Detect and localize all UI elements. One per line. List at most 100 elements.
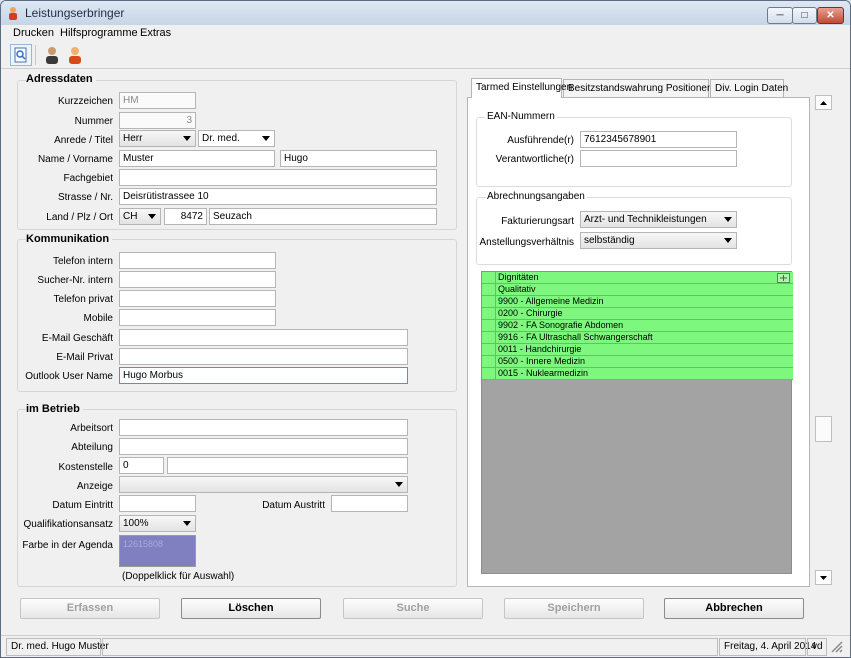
abteilung-label: Abteilung <box>71 442 113 453</box>
telefon-intern-label: Telefon intern <box>52 256 113 267</box>
name-label: Name / Vorname <box>37 154 113 165</box>
table-row[interactable]: 9916 - FA Ultraschall Schwangerschaft <box>482 332 793 344</box>
toolbar-separator <box>35 45 36 65</box>
kurzzeichen-field[interactable]: HM <box>119 92 196 109</box>
sucher-field[interactable] <box>119 271 276 288</box>
chevron-down-icon <box>724 238 732 243</box>
sucher-label: Sucher-Nr. intern <box>37 275 113 286</box>
strasse-label: Strasse / Nr. <box>57 192 113 203</box>
minimize-button[interactable]: ─ <box>767 7 793 24</box>
row-text: 0015 - Nuklearmedizin <box>498 368 589 378</box>
expand-icon[interactable] <box>777 273 790 283</box>
farbe-label: Farbe in der Agenda <box>22 540 113 551</box>
kommunikation-title: Kommunikation <box>26 233 113 245</box>
plz-field[interactable]: 8472 <box>164 208 207 225</box>
adressdaten-title: Adressdaten <box>26 73 96 85</box>
ean-title: EAN-Nummern <box>485 111 557 122</box>
agenda-color-swatch[interactable]: 12615808 <box>119 535 196 567</box>
titel-value: Dr. med. <box>202 133 240 144</box>
anrede-value: Herr <box>123 133 143 144</box>
user-dark-icon[interactable] <box>41 44 63 66</box>
strasse-field[interactable]: Deisrütistrassee 10 <box>119 188 437 205</box>
ausfuehrende-field[interactable]: 7612345678901 <box>580 131 737 148</box>
speichern-button[interactable]: Speichern <box>504 598 644 619</box>
land-dropdown[interactable]: CH <box>119 208 161 225</box>
tab-besitzstandswahrung[interactable]: Besitzstandswahrung Positionenliste <box>563 79 730 97</box>
table-row[interactable]: 0200 - Chirurgie <box>482 308 793 320</box>
maximize-button[interactable]: □ <box>792 7 817 24</box>
close-button[interactable]: ✕ <box>817 7 844 24</box>
chevron-down-icon <box>724 217 732 222</box>
kostenstelle-field[interactable]: 0 <box>119 457 164 474</box>
qualifikation-value: 100% <box>123 518 149 529</box>
status-bar: Dr. med. Hugo Muster Freitag, 4. April 2… <box>1 635 850 657</box>
austritt-field[interactable] <box>331 495 408 512</box>
loeschen-button[interactable]: Löschen <box>181 598 321 619</box>
menu-bar: Drucken Hilfsprogramme Extras <box>1 25 850 41</box>
table-row[interactable]: 0011 - Handchirurgie <box>482 344 793 356</box>
kostenstelle-name-field[interactable] <box>167 457 408 474</box>
vorname-field[interactable]: Hugo <box>280 150 437 167</box>
nummer-field[interactable]: 3 <box>119 112 196 129</box>
row-header <box>482 368 496 379</box>
search-document-icon[interactable] <box>10 44 32 66</box>
menu-hilfsprogramme[interactable]: Hilfsprogramme <box>60 27 138 39</box>
vertical-scrollbar[interactable] <box>815 95 832 585</box>
scroll-down-button[interactable] <box>815 570 832 585</box>
status-spacer <box>102 638 718 656</box>
row-header <box>482 356 496 367</box>
verantwortliche-field[interactable] <box>580 150 737 167</box>
row-header <box>482 284 496 295</box>
dignitaeten-grid: Dignitäten Qualitativ 9900 - Allgemeine … <box>481 271 793 574</box>
tab-div-login-daten[interactable]: Div. Login Daten <box>710 79 788 97</box>
email-privat-field[interactable] <box>119 348 408 365</box>
telefon-privat-field[interactable] <box>119 290 276 307</box>
email-geschaeft-field[interactable] <box>119 329 408 346</box>
abbrechen-button[interactable]: Abbrechen <box>664 598 804 619</box>
eintritt-field[interactable] <box>119 495 196 512</box>
tab-tarmed-einstellungen[interactable]: Tarmed Einstellungen <box>471 78 572 98</box>
table-row[interactable]: 9902 - FA Sonografie Abdomen <box>482 320 793 332</box>
menu-extras[interactable]: Extras <box>140 27 171 39</box>
abteilung-field[interactable] <box>119 438 408 455</box>
status-date: Freitag, 4. April 2014 <box>719 638 816 656</box>
status-code: vd <box>807 638 827 656</box>
anstellung-dropdown[interactable]: selbständig <box>580 232 737 249</box>
row-text: 9916 - FA Ultraschall Schwangerschaft <box>498 332 653 342</box>
arrow-up-icon <box>820 100 827 105</box>
table-row[interactable]: 9900 - Allgemeine Medizin <box>482 296 793 308</box>
telefon-privat-label: Telefon privat <box>53 294 113 305</box>
anzeige-dropdown[interactable] <box>119 476 408 493</box>
table-row[interactable]: 0500 - Innere Medizin <box>482 356 793 368</box>
ort-field[interactable]: Seuzach <box>209 208 437 225</box>
row-header <box>482 296 496 307</box>
qualifikation-dropdown[interactable]: 100% <box>119 515 196 532</box>
mobile-field[interactable] <box>119 309 276 326</box>
row-text: 9902 - FA Sonografie Abdomen <box>498 320 624 330</box>
chevron-down-icon <box>183 521 191 526</box>
fakturierung-dropdown[interactable]: Arzt- und Technikleistungen <box>580 211 737 228</box>
table-row[interactable]: 0015 - Nuklearmedizin <box>482 368 793 380</box>
window-title: Leistungserbringer <box>25 6 125 20</box>
resize-grip-icon[interactable] <box>830 640 844 654</box>
suche-button[interactable]: Suche <box>343 598 483 619</box>
erfassen-button[interactable]: Erfassen <box>20 598 160 619</box>
anrede-dropdown[interactable]: Herr <box>119 130 196 147</box>
outlook-field[interactable]: Hugo Morbus <box>119 367 408 384</box>
land-value: CH <box>123 211 138 222</box>
chevron-down-icon <box>395 482 403 487</box>
chevron-down-icon <box>262 136 270 141</box>
fachgebiet-field[interactable] <box>119 169 437 186</box>
tarmed-panel: EAN-Nummern Ausführende(r) 7612345678901… <box>467 97 810 587</box>
grid-header-text: Dignitäten <box>498 272 539 282</box>
titel-dropdown[interactable]: Dr. med. <box>198 130 275 147</box>
scroll-thumb[interactable] <box>815 416 832 442</box>
scroll-up-button[interactable] <box>815 95 832 110</box>
anrede-label: Anrede / Titel <box>54 135 113 146</box>
name-field[interactable]: Muster <box>119 150 275 167</box>
grid-subheader-text: Qualitativ <box>498 284 536 294</box>
arbeitsort-field[interactable] <box>119 419 408 436</box>
user-orange-icon[interactable] <box>64 44 86 66</box>
telefon-intern-field[interactable] <box>119 252 276 269</box>
menu-drucken[interactable]: Drucken <box>13 27 54 39</box>
